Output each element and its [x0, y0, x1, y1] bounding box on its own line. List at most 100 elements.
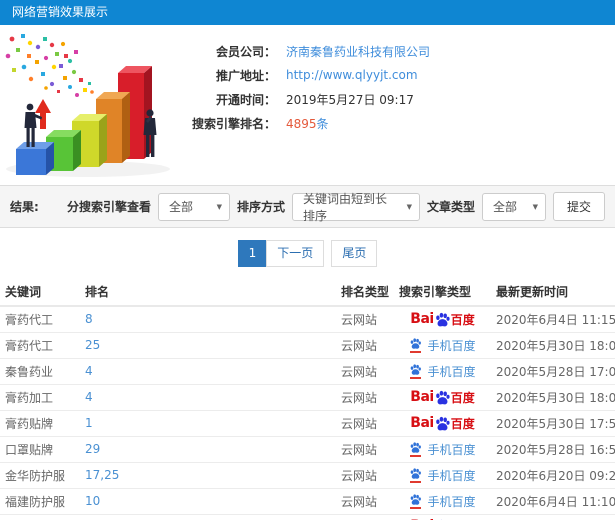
member-info: 会员公司： 济南秦鲁药业科技有限公司 推广地址： http://www.qlyy…	[176, 29, 430, 185]
update-time-cell: 2020年6月20日 09:25	[491, 462, 615, 489]
keyword-cell	[0, 514, 80, 520]
engine-cell: 手机百度	[394, 358, 491, 385]
bar-chart-illustration	[5, 34, 170, 177]
baidu-paw-icon	[411, 338, 422, 349]
engine-filter-select[interactable]: 全部 ▼	[157, 192, 230, 221]
results-table: 关键词 排名 排名类型 搜索引擎类型 最新更新时间 膏药代工 8 云网站 Bai…	[0, 278, 615, 520]
sort-filter-select[interactable]: 关键词由短到长排序 ▼	[291, 191, 420, 223]
keyword-cell: 膏药贴牌	[0, 410, 80, 437]
up-arrow	[35, 99, 51, 129]
rank-link[interactable]: 29	[80, 436, 336, 463]
rank-link[interactable]: 10	[80, 488, 336, 515]
mobile-baidu-logo: 手机百度	[409, 441, 476, 458]
keyword-cell: 金华防护服	[0, 462, 80, 489]
article-type-label: 文章类型	[426, 200, 475, 214]
chevron-down-icon: ▼	[216, 202, 222, 211]
baidu-paw-icon	[411, 494, 422, 505]
baidu-logo: Bai 百度	[410, 415, 474, 432]
mobile-baidu-icon	[409, 337, 422, 353]
update-time-cell: 2020年5月30日 18:03	[491, 384, 615, 411]
rank-link[interactable]: 25	[80, 332, 336, 359]
mobile-baidu-icon	[409, 467, 422, 483]
engine-cell: 手机百度	[394, 488, 491, 515]
keyword-cell: 膏药加工	[0, 384, 80, 411]
table-row: 口罩贴牌 29 云网站 手机百度 2020年5月28日 16:55	[0, 436, 615, 463]
engine-filter-label: 分搜索引擎查看	[66, 200, 151, 214]
page-1-button[interactable]: 1	[237, 240, 268, 267]
baidu-paw-icon	[411, 442, 422, 453]
pagination: 1 下一页 尾页	[0, 228, 615, 278]
mobile-baidu-icon	[409, 363, 422, 379]
page-title: 网络营销效果展示	[0, 0, 615, 25]
rank-count-row: 搜索引擎排名： 4895条	[176, 111, 430, 135]
rank-type-cell: 云网站	[336, 358, 394, 385]
next-page-button[interactable]: 下一页	[266, 240, 325, 267]
rank-type-cell: 云网站	[336, 410, 394, 437]
mobile-baidu-text: 手机百度	[427, 364, 476, 379]
header-keyword: 关键词	[0, 278, 80, 307]
open-time-label: 开通时间：	[215, 92, 276, 107]
results-table-body: 膏药代工 8 云网站 Bai 百度 2020年6月4日 11:15 膏药代工 25…	[0, 306, 615, 520]
rank-type-cell: 云网站	[336, 384, 394, 411]
member-company-row: 会员公司： 济南秦鲁药业科技有限公司	[176, 39, 430, 63]
bar-blue	[16, 142, 54, 175]
mobile-baidu-icon	[409, 441, 422, 457]
baidu-paw-icon	[411, 468, 422, 479]
keyword-cell: 膏药代工	[0, 332, 80, 359]
open-time-row: 开通时间： 2019年5月27日 09:17	[176, 87, 430, 111]
rank-link[interactable]: 4	[80, 384, 336, 411]
baidu-cn-text: 百度	[450, 312, 475, 327]
rank-type-cell: 云网站	[336, 436, 394, 463]
update-time-cell: 2020年5月28日 16:55	[491, 436, 615, 463]
update-time-cell: 2020年6月4日 11:15	[491, 306, 615, 333]
engine-cell: Bai百度	[394, 514, 491, 520]
table-row: 膏药代工 8 云网站 Bai 百度 2020年6月4日 11:15	[0, 306, 615, 333]
baidu-paw-icon	[435, 390, 450, 404]
baidu-paw-icon	[435, 312, 450, 327]
results-panel: 结果: 分搜索引擎查看 全部 ▼ 排序方式 关键词由短到长排序 ▼ 文章类型 全…	[0, 185, 615, 520]
table-row: 膏药代工 25 云网站 手机百度 2020年5月30日 18:06	[0, 332, 615, 359]
mobile-baidu-logo: 手机百度	[409, 467, 476, 484]
mobile-baidu-text: 手机百度	[427, 442, 476, 457]
sort-filter-label: 排序方式	[236, 200, 285, 214]
article-type-select[interactable]: 全部 ▼	[481, 192, 546, 221]
filter-controls: 分搜索引擎查看 全部 ▼ 排序方式 关键词由短到长排序 ▼ 文章类型 全部 ▼ …	[66, 191, 605, 223]
member-company-label: 会员公司：	[215, 44, 276, 59]
engine-cell: Bai百度	[394, 384, 491, 411]
engine-cell: 手机百度	[394, 462, 491, 489]
engine-cell: Bai百度	[394, 410, 491, 437]
baidu-paw-icon	[411, 364, 422, 375]
baidu-paw-icon	[435, 416, 450, 430]
table-row: 福建防护服 10 云网站 手机百度 2020年6月4日 11:10	[0, 488, 615, 515]
baidu-logo: Bai 百度	[410, 311, 474, 328]
submit-button[interactable]: 提交	[552, 192, 605, 221]
update-time-cell: 2020年5月30日 17:58	[491, 410, 615, 437]
update-time-cell	[491, 514, 615, 520]
rank-link[interactable]: 1	[80, 410, 336, 437]
rank-link[interactable]	[80, 514, 336, 520]
baidu-cn-text: 百度	[450, 390, 475, 405]
update-time-cell: 2020年5月30日 18:06	[491, 332, 615, 359]
sort-filter-value: 关键词由短到长排序	[302, 191, 387, 223]
rank-count-label: 搜索引擎排名：	[191, 116, 276, 131]
mobile-baidu-logo: 手机百度	[409, 363, 476, 380]
chevron-down-icon: ▼	[532, 202, 538, 211]
last-page-button[interactable]: 尾页	[331, 240, 378, 267]
article-type-value: 全部	[492, 200, 517, 214]
engine-cell: 手机百度	[394, 332, 491, 359]
rank-link[interactable]: 4	[80, 358, 336, 385]
engine-cell: Bai 百度	[394, 306, 491, 333]
baidu-cn-text: 百度	[450, 416, 475, 431]
rank-link[interactable]: 8	[80, 306, 336, 333]
promo-url-link[interactable]: http://www.qlyyjt.com	[286, 68, 418, 82]
rank-link[interactable]: 17,25	[80, 462, 336, 489]
chevron-down-icon: ▼	[406, 202, 412, 211]
member-company-link[interactable]: 济南秦鲁药业科技有限公司	[286, 43, 430, 60]
baidu-logo: Bai 百度	[410, 389, 474, 406]
results-label: 结果:	[10, 200, 39, 214]
pagination-group: 1 下一页	[237, 240, 325, 267]
rank-type-cell	[336, 514, 394, 520]
baidu-latin-text: Bai	[410, 311, 434, 328]
rank-count-value: 4895条	[286, 116, 329, 131]
header-rank-type: 排名类型	[336, 278, 394, 307]
